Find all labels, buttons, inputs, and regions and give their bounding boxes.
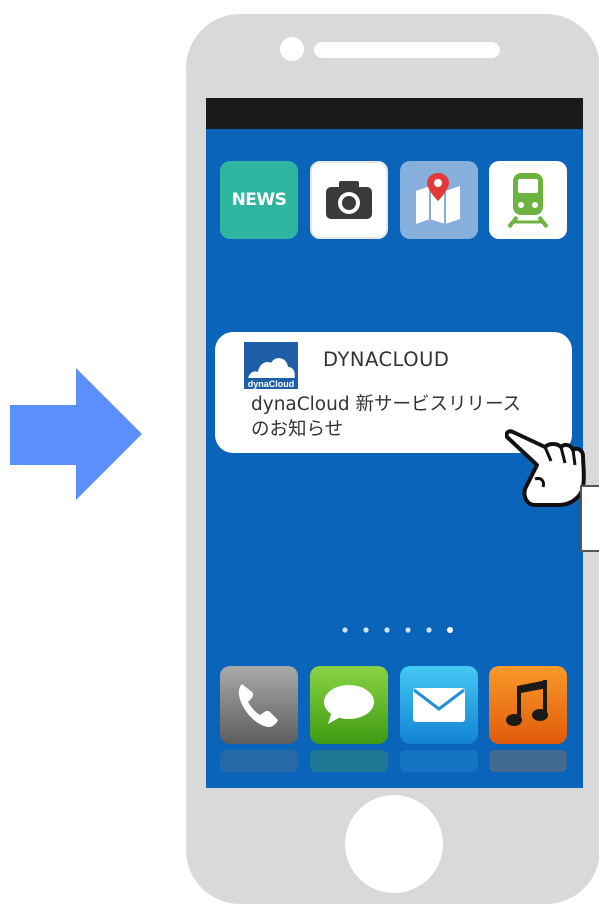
music-note-icon [506, 680, 548, 726]
speech-bubble-icon [324, 685, 374, 724]
svg-text:dynaCloud: dynaCloud [248, 379, 295, 389]
status-bar [206, 98, 583, 129]
news-app-label: NEWS [231, 190, 287, 210]
home-button[interactable] [345, 795, 443, 893]
messages-app-reflection [310, 750, 388, 772]
notification-message-line1: dynaCloud 新サービスリリース [251, 394, 522, 415]
camera-app-icon[interactable] [310, 161, 388, 239]
map-pin-icon [416, 173, 460, 224]
phone-app-icon[interactable] [220, 666, 298, 744]
camera-icon [326, 181, 372, 219]
side-panel-edge [580, 485, 599, 552]
mail-app-icon[interactable] [400, 666, 478, 744]
phone-handset-icon [238, 684, 278, 727]
page-indicator [342, 627, 453, 633]
messages-app-icon[interactable] [310, 666, 388, 744]
phone-app-reflection [220, 750, 298, 772]
dynacloud-logo: dynaCloud [244, 342, 298, 389]
envelope-icon [413, 688, 465, 722]
speaker-grille [314, 42, 500, 58]
map-app-icon[interactable] [400, 161, 478, 239]
news-app-icon[interactable]: NEWS [220, 161, 298, 239]
mail-app-reflection [400, 750, 478, 772]
train-icon [507, 173, 549, 229]
notification-sender: DYNACLOUD [323, 348, 450, 371]
front-camera [280, 37, 304, 61]
music-app-icon[interactable] [489, 666, 567, 744]
music-app-reflection [489, 750, 567, 772]
right-arrow-icon [10, 368, 142, 500]
train-app-icon[interactable] [489, 161, 567, 239]
